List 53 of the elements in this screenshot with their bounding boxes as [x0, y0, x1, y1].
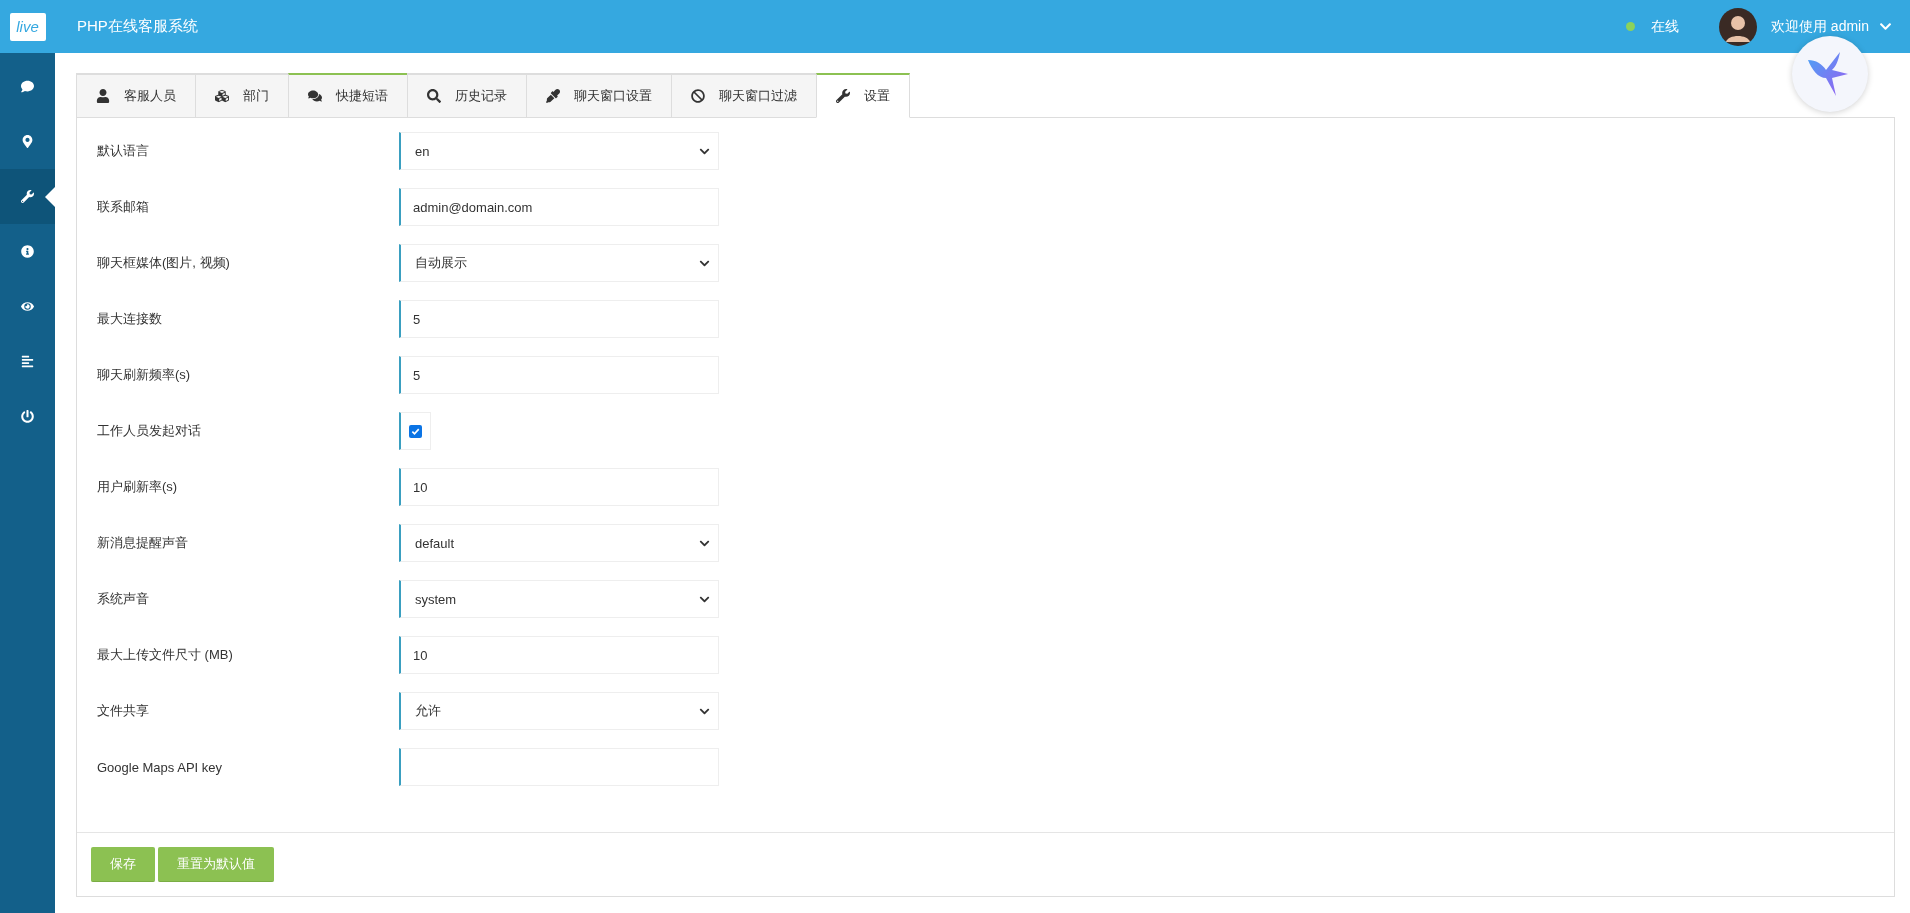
- chat-icon: [21, 80, 34, 93]
- field-label: 系统声音: [96, 590, 150, 608]
- sidebar-item[interactable]: [0, 169, 55, 224]
- input-field[interactable]: 10: [399, 636, 719, 674]
- active-pointer: [45, 186, 55, 207]
- input-field[interactable]: 5: [399, 300, 719, 338]
- field-label: 工作人员发起对话: [96, 422, 202, 440]
- tab[interactable]: 客服人员: [76, 73, 196, 118]
- field-label: 聊天框媒体(图片, 视频): [96, 254, 231, 272]
- field-label: Google Maps API key: [96, 759, 223, 775]
- field-label: 最大连接数: [96, 310, 163, 328]
- select-field[interactable]: default: [399, 524, 719, 562]
- field-label: 默认语言: [96, 142, 150, 160]
- search-icon: [427, 89, 441, 103]
- tab[interactable]: 快捷短语: [288, 73, 408, 118]
- logo: live: [9, 12, 46, 41]
- caret-icon[interactable]: [1879, 20, 1892, 33]
- map-pin-icon: [21, 135, 34, 148]
- app-title: PHP在线客服系统: [77, 17, 199, 36]
- wrench-icon: [836, 89, 850, 103]
- checkbox[interactable]: [409, 424, 422, 438]
- input-field[interactable]: 5: [399, 356, 719, 394]
- field-label: 最大上传文件尺寸 (MB): [96, 646, 234, 664]
- ban-icon: [691, 89, 705, 103]
- avatar[interactable]: [1718, 7, 1757, 46]
- info-icon: [21, 245, 34, 258]
- list-icon: [21, 355, 34, 368]
- tab[interactable]: 部门: [195, 73, 289, 118]
- input-field[interactable]: admin@domain.com: [399, 188, 719, 226]
- user-icon: [96, 89, 110, 103]
- floating-widget[interactable]: [1792, 36, 1868, 112]
- field-label: 文件共享: [96, 702, 150, 720]
- status-label: 在线: [1650, 17, 1679, 36]
- wrench-icon: [21, 190, 34, 203]
- select-field[interactable]: 自动展示: [399, 244, 719, 282]
- select-field[interactable]: 允许: [399, 692, 719, 730]
- tab[interactable]: 聊天窗口设置: [526, 73, 672, 118]
- cubes-icon: [215, 89, 229, 103]
- input-field[interactable]: 10: [399, 468, 719, 506]
- tab[interactable]: 设置: [816, 73, 910, 118]
- field-label: 聊天刷新频率(s): [96, 366, 192, 384]
- field-label: 新消息提醒声音: [96, 534, 189, 552]
- eye-icon: [21, 300, 34, 313]
- tab[interactable]: 聊天窗口过滤: [671, 73, 817, 118]
- select-field[interactable]: system: [399, 580, 719, 618]
- power-icon: [21, 410, 34, 423]
- dropper-icon: [546, 89, 560, 103]
- input-field[interactable]: [399, 748, 719, 786]
- tab[interactable]: 历史记录: [407, 73, 527, 118]
- field-label: 用户刷新率(s): [96, 478, 179, 496]
- field-label: 联系邮箱: [96, 198, 150, 216]
- select-field[interactable]: en: [399, 132, 719, 170]
- comments-icon: [308, 89, 322, 103]
